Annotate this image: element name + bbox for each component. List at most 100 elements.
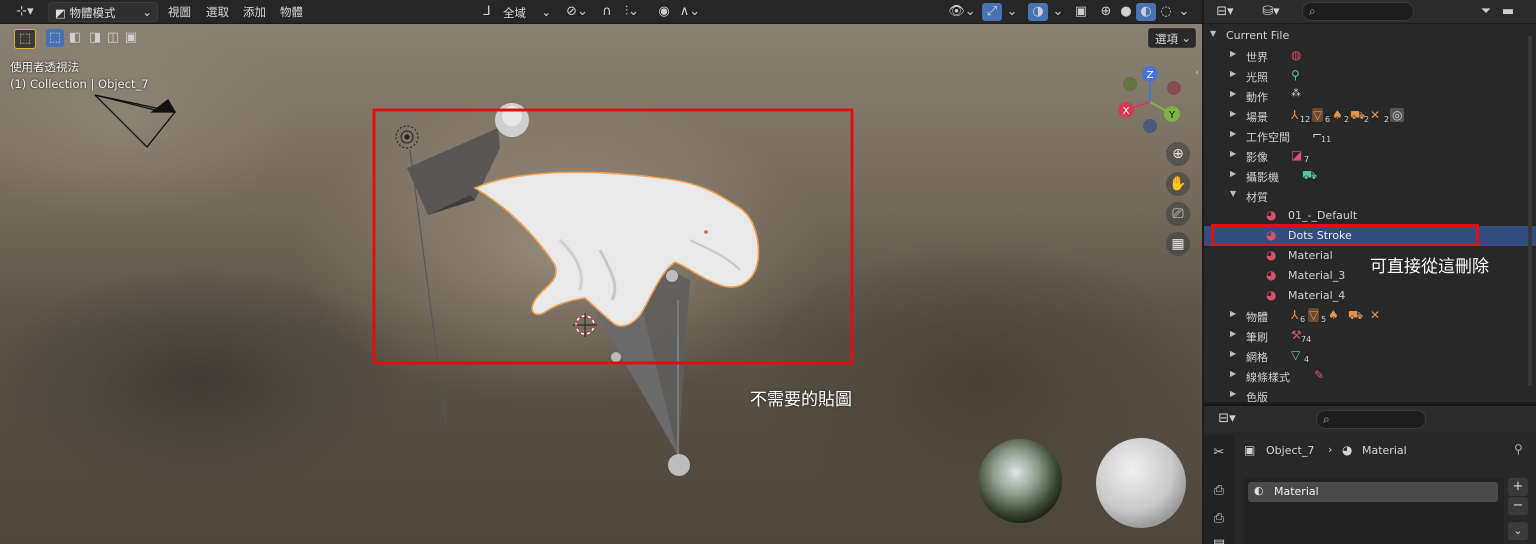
outliner-item-materials[interactable]: ▼ 材質 [1204,186,1536,206]
3d-viewport[interactable]: ⊹▾ ◩ 物體模式 ⌄ 視圖 選取 添加 物體 ⅃ 全域 ⌄ ⊘⌄ ∩ ⫶⌄ ◉ ∧… [0,0,1202,544]
outliner-item-lights[interactable]: ▶ 光照 ⚲ [1204,66,1536,86]
gizmo-y-label: Y [1168,110,1176,121]
shading-material-icon[interactable]: ◐ [1136,3,1156,21]
outliner-item-actions[interactable]: ▶ 動作 ⁂ [1204,86,1536,106]
outliner-item-world[interactable]: ▶ 世界 ◍ [1204,46,1536,66]
outliner-item-scenes[interactable]: ▶ 場景 ⅄ 12 ▽ 6 ♠ 2 ⛟ 2 ✕ 2 ◎ [1204,106,1536,126]
camera-view-icon[interactable]: ⎚ [1166,202,1190,226]
outliner-root[interactable]: ▼ Current File [1204,26,1536,46]
render-icon[interactable]: ⎙ [1209,482,1229,500]
output-icon[interactable]: ⎙ [1209,510,1229,528]
outliner-item-cameras[interactable]: ▶ 攝影機 ⛟ [1204,166,1536,186]
3d-cursor [573,313,597,337]
select-extend-icon[interactable]: ◧ [66,29,84,47]
navigation-gizmo[interactable]: Z Y X [1110,62,1190,142]
chevron-down-icon[interactable]: ⌄ [1050,3,1066,21]
expand-triangle-icon[interactable]: ▶ [1230,349,1236,358]
select-tool-icon[interactable]: ⬚ [14,29,36,49]
display-mode-icon[interactable]: ⛁▾ [1256,3,1286,21]
filter-icon[interactable]: ⏷ [1476,3,1496,21]
editor-type-icon[interactable]: ⊟▾ [1210,3,1240,21]
shading-wireframe-icon[interactable]: ⊕ [1096,3,1116,21]
outliner-item-images[interactable]: ▶ 影像 ◪ 7 [1204,146,1536,166]
world-icon: ◍ [1291,48,1302,62]
properties-search-input[interactable]: ⌕ [1316,410,1426,429]
ortho-grid-icon[interactable]: ▦ [1166,232,1190,256]
outliner-search-input[interactable]: ⌕ [1302,2,1414,21]
outliner-header: ⊟▾ ⛁▾ ⌕ ⏷ ▬ [1204,0,1536,24]
expand-triangle-icon[interactable]: ▶ [1230,169,1236,178]
menu-add[interactable]: 添加 [243,4,266,20]
expand-triangle-icon[interactable]: ▶ [1230,309,1236,318]
expand-triangle-icon[interactable]: ▶ [1230,389,1236,398]
zoom-icon[interactable]: ⊕ [1166,142,1190,166]
menu-select[interactable]: 選取 [206,4,229,20]
outliner-scrollbar[interactable] [1528,36,1532,386]
transform-orientation-icon[interactable]: ⅃ [478,3,496,21]
editor-type-icon[interactable]: ⊹▾ [10,3,40,21]
expand-triangle-icon[interactable]: ▶ [1230,329,1236,338]
pivot-point-icon[interactable]: ⊘⌄ [562,3,592,21]
mode-dropdown[interactable]: ◩ 物體模式 ⌄ [48,2,158,22]
mesh-icon: ▽ [1308,308,1320,322]
outliner-item-workspaces[interactable]: ▶ 工作空間 ⌐ 11 [1204,126,1536,146]
mesh-data-icon: ▽ [1291,348,1301,362]
pin-icon[interactable]: ⚲ [1514,442,1523,456]
xray-icon[interactable]: ▣ [1072,3,1090,21]
expand-triangle-icon[interactable]: ▼ [1210,29,1216,38]
expand-triangle-icon[interactable]: ▼ [1230,189,1236,198]
expand-triangle-icon[interactable]: ▶ [1230,129,1236,138]
add-slot-button[interactable]: + [1508,478,1528,496]
options-dropdown[interactable]: 選項 ⌄ [1148,28,1196,48]
outliner-item-meshes[interactable]: ▶ 網格 ▽ 4 [1204,346,1536,366]
falloff-icon[interactable]: ∧⌄ [676,3,704,21]
material-slot-row[interactable]: ◐ Material [1248,482,1498,502]
orientation-dropdown[interactable]: 全域 ⌄ [496,2,556,22]
outliner-item-palettes[interactable]: ▶ 色版 [1204,386,1536,406]
chevron-down-icon[interactable]: ⌄ [1508,522,1528,540]
expand-triangle-icon[interactable]: ▶ [1230,149,1236,158]
select-subtract-icon[interactable]: ◨ [86,29,104,47]
select-intersect-icon[interactable]: ▣ [122,29,140,47]
material-item[interactable]: ◕ 01_-_Default [1204,206,1536,226]
chevron-down-icon[interactable]: ⌄ [1176,3,1192,21]
outliner-item-brushes[interactable]: ▶ 筆刷 ⚒ 74 [1204,326,1536,346]
spot-light-cone [407,128,500,215]
tool-settings-icon[interactable]: ✂ [1209,444,1229,462]
overlay-toggle-icon[interactable]: ◑ [1028,3,1048,21]
mode-label: 物體模式 [69,6,116,20]
material-slot-list[interactable]: ◐ Material [1244,478,1504,544]
outliner-panel[interactable]: ⊟▾ ⛁▾ ⌕ ⏷ ▬ ▼ Current File ▶ 世界 ◍ ▶ 光照 ⚲… [1204,0,1536,404]
material-item[interactable]: ◕ Material_4 [1204,286,1536,306]
remove-slot-button[interactable]: − [1508,497,1528,515]
properties-panel[interactable]: ⊟▾ ⌕ ✂ ⎙ ⎙ ▤ ▣ Object_7 › ◕ Material ⚲ ◐… [1204,404,1536,544]
expand-triangle-icon[interactable]: ▶ [1230,109,1236,118]
select-new-icon[interactable]: ⬚ [46,29,64,47]
hand-pan-icon[interactable]: ✋ [1166,172,1190,196]
editor-type-icon[interactable]: ⊟▾ [1212,410,1242,428]
outliner-item-linestyles[interactable]: ▶ 線條樣式 ✎ [1204,366,1536,386]
snap-target-icon[interactable]: ⫶⌄ [619,3,645,21]
chevron-down-icon[interactable]: ⌄ [1004,3,1020,21]
outliner-item-objects[interactable]: ▶ 物體 ⅄ 6 ▽ 5 ♠ ⛟ ✕ [1204,306,1536,326]
light-gizmo-icon [395,125,419,149]
gizmo-toggle-icon[interactable]: ⤢ [982,3,1002,21]
expand-triangle-icon[interactable]: ▶ [1230,369,1236,378]
search-icon: ⌕ [1309,4,1316,18]
view-layer-icon[interactable]: ▤ [1209,536,1229,544]
orientation-label: 全域 [503,6,526,20]
action-icon: ⁂ [1291,88,1301,99]
expand-triangle-icon[interactable]: ▶ [1230,89,1236,98]
shading-rendered-icon[interactable]: ◌ [1156,3,1176,21]
sidebar-toggle-icon[interactable]: ‹ [1192,64,1202,82]
proportional-edit-icon[interactable]: ◉ [655,3,673,21]
new-collection-icon[interactable]: ▬ [1498,3,1518,21]
expand-triangle-icon[interactable]: ▶ [1230,49,1236,58]
visibility-icon[interactable]: 👁⌄ [946,3,978,21]
menu-view[interactable]: 視圖 [168,4,191,20]
shading-solid-icon[interactable]: ● [1116,3,1136,21]
expand-triangle-icon[interactable]: ▶ [1230,69,1236,78]
snap-icon[interactable]: ∩ [597,3,617,21]
select-invert-icon[interactable]: ◫ [104,29,122,47]
menu-object[interactable]: 物體 [280,4,303,20]
